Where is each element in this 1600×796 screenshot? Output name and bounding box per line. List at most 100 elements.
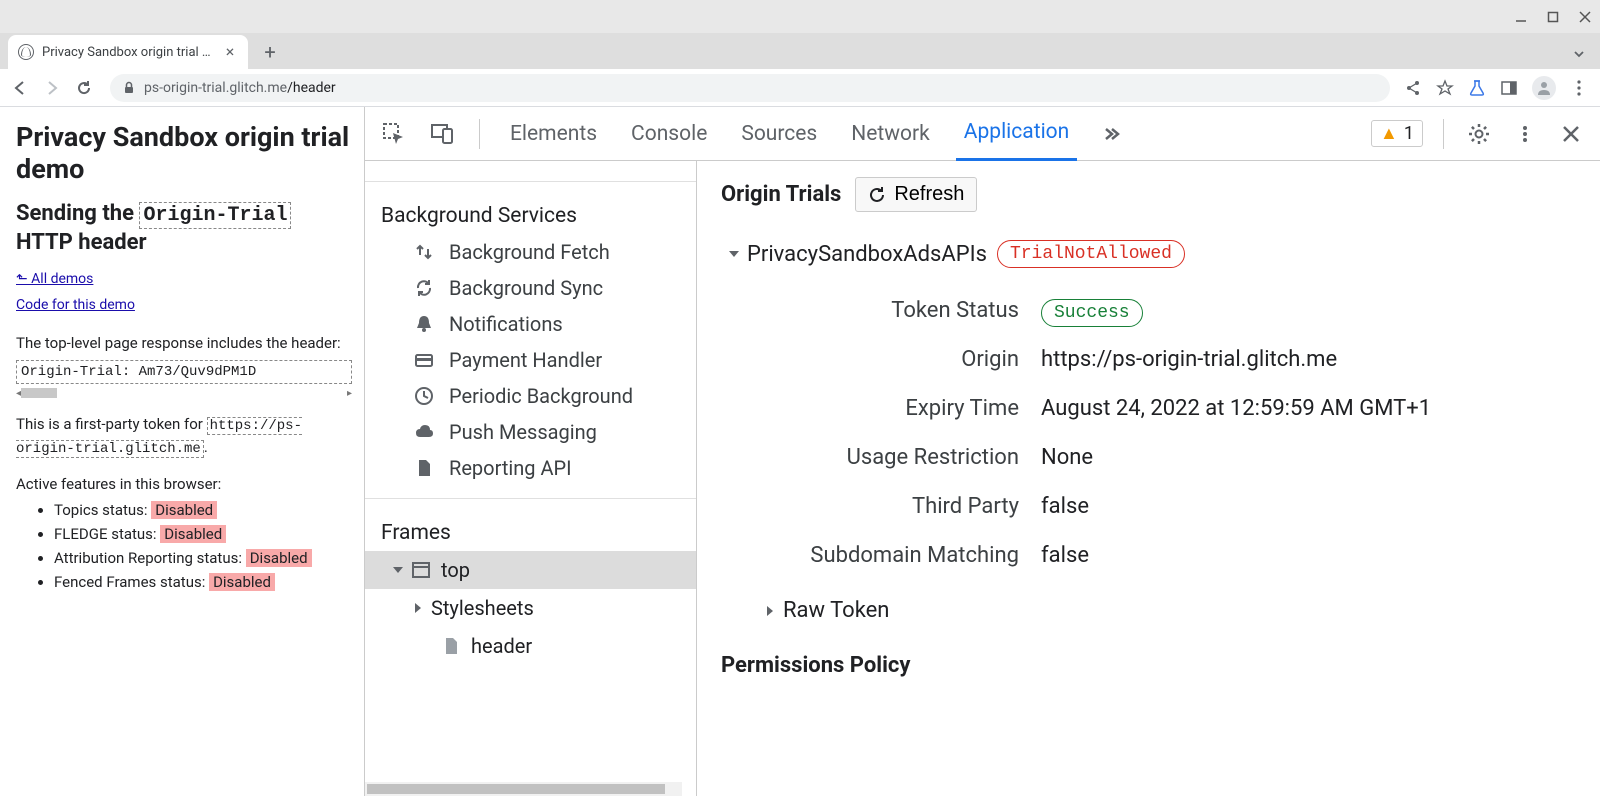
trial-name: PrivacySandboxAdsAPIs — [747, 242, 987, 267]
devtools-panel: Elements Console Sources Network Applica… — [364, 107, 1600, 796]
address-bar[interactable]: ps-origin-trial.glitch.me/header — [110, 74, 1390, 102]
window-maximize-button[interactable] — [1546, 10, 1560, 24]
frame-top[interactable]: top — [365, 551, 696, 589]
sidebar-section-bg-services: Background Services — [365, 194, 696, 234]
devtools-menu-icon[interactable] — [1510, 119, 1540, 149]
chevron-down-icon — [729, 251, 739, 257]
forward-button[interactable] — [40, 76, 64, 100]
warnings-badge[interactable]: ▲1 — [1371, 120, 1423, 147]
reload-button[interactable] — [72, 76, 96, 100]
side-panel-icon[interactable] — [1500, 79, 1518, 97]
close-icon[interactable]: × — [222, 44, 238, 60]
chevron-down-icon — [393, 567, 403, 573]
devtools-tab-network[interactable]: Network — [843, 107, 938, 161]
card-icon — [413, 349, 435, 371]
usage-row: Usage RestrictionNone — [721, 433, 1576, 482]
devtools-toolbar: Elements Console Sources Network Applica… — [365, 107, 1600, 161]
paragraph: Active features in this browser: — [16, 474, 352, 495]
window-icon — [411, 560, 431, 580]
devtools-tab-elements[interactable]: Elements — [502, 107, 605, 161]
refresh-button[interactable]: Refresh — [855, 177, 977, 212]
list-item: Attribution Reporting status: Disabled — [54, 549, 352, 567]
feature-list: Topics status: Disabled FLEDGE status: D… — [16, 501, 352, 591]
section-title: Origin Trials — [721, 182, 841, 207]
page-content: Privacy Sandbox origin trial demo Sendin… — [0, 107, 364, 796]
frame-stylesheets[interactable]: Stylesheets — [365, 589, 696, 627]
bell-icon — [413, 313, 435, 335]
subdomain-row: Subdomain Matchingfalse — [721, 531, 1576, 580]
toolbar-right — [1404, 76, 1592, 100]
window-close-button[interactable] — [1578, 10, 1592, 24]
code-for-demo-link[interactable]: Code for this demo — [16, 297, 135, 313]
horizontal-scrollbar[interactable]: ◂▸ — [16, 386, 352, 400]
warning-icon: ▲ — [1380, 123, 1398, 144]
settings-icon[interactable] — [1464, 119, 1494, 149]
all-demos-link[interactable]: ⬑ All demos — [16, 271, 93, 287]
header-code-box: Origin-Trial: Am73/Quv9dPM1D — [16, 360, 352, 384]
sidebar-item-push-messaging[interactable]: Push Messaging — [365, 414, 696, 450]
horizontal-scrollbar[interactable] — [365, 782, 682, 796]
chevron-right-icon — [767, 606, 773, 616]
token-status-row: Token StatusSuccess — [721, 286, 1576, 335]
origin-row: Originhttps://ps-origin-trial.glitch.me — [721, 335, 1576, 384]
status-badge: Disabled — [246, 549, 312, 567]
chevron-right-icon — [415, 603, 421, 613]
devtools-close-icon[interactable] — [1556, 119, 1586, 149]
status-badge: Disabled — [151, 501, 217, 519]
list-item: FLEDGE status: Disabled — [54, 525, 352, 543]
devtools-tab-console[interactable]: Console — [623, 107, 715, 161]
code-inline: Origin-Trial — [139, 202, 291, 229]
raw-token-row[interactable]: Raw Token — [721, 598, 1576, 623]
device-toolbar-icon[interactable] — [427, 119, 457, 149]
sidebar-item-bg-fetch[interactable]: Background Fetch — [365, 234, 696, 270]
application-detail: Origin Trials Refresh PrivacySandboxAdsA… — [697, 161, 1600, 796]
paragraph: The top-level page response includes the… — [16, 333, 352, 354]
list-item: Topics status: Disabled — [54, 501, 352, 519]
sidebar-section-frames: Frames — [365, 511, 696, 551]
permissions-policy-title: Permissions Policy — [721, 653, 1576, 678]
browser-toolbar: ps-origin-trial.glitch.me/header — [0, 69, 1600, 107]
sync-icon — [413, 277, 435, 299]
file-icon — [441, 636, 461, 656]
status-badge: Disabled — [160, 525, 226, 543]
devtools-tab-application[interactable]: Application — [956, 107, 1077, 161]
browser-tabstrip: Privacy Sandbox origin trial de × + — [0, 33, 1600, 69]
sidebar-item-payment-handler[interactable]: Payment Handler — [365, 342, 696, 378]
updown-icon — [413, 241, 435, 263]
share-icon[interactable] — [1404, 79, 1422, 97]
more-tabs-icon[interactable] — [1095, 119, 1125, 149]
profile-avatar[interactable] — [1532, 76, 1556, 100]
list-item: Fenced Frames status: Disabled — [54, 573, 352, 591]
browser-tab[interactable]: Privacy Sandbox origin trial de × — [8, 35, 248, 69]
window-titlebar — [0, 0, 1600, 33]
page-title: Privacy Sandbox origin trial demo — [16, 121, 352, 186]
trial-status-badge: TrialNotAllowed — [997, 240, 1185, 268]
sidebar-item-bg-sync[interactable]: Background Sync — [365, 270, 696, 306]
expiry-row: Expiry TimeAugust 24, 2022 at 12:59:59 A… — [721, 384, 1576, 433]
chrome-menu-icon[interactable] — [1570, 79, 1588, 97]
devtools-tab-sources[interactable]: Sources — [733, 107, 825, 161]
token-status-badge: Success — [1041, 299, 1143, 327]
labs-icon[interactable] — [1468, 79, 1486, 97]
frame-header[interactable]: header — [365, 627, 696, 665]
tab-title: Privacy Sandbox origin trial de — [42, 45, 214, 60]
status-badge: Disabled — [209, 573, 275, 591]
third-party-row: Third Partyfalse — [721, 482, 1576, 531]
trial-row[interactable]: PrivacySandboxAdsAPIs TrialNotAllowed — [721, 240, 1576, 268]
clock-icon — [413, 385, 435, 407]
file-icon — [413, 457, 435, 479]
new-tab-button[interactable]: + — [256, 38, 284, 66]
page-subtitle: Sending the Origin-Trial HTTP header — [16, 200, 352, 258]
sidebar-item-reporting-api[interactable]: Reporting API — [365, 450, 696, 486]
cloud-icon — [413, 421, 435, 443]
lock-icon — [122, 81, 136, 95]
sidebar-item-periodic-bg[interactable]: Periodic Background — [365, 378, 696, 414]
paragraph: This is a first-party token for https://… — [16, 414, 352, 459]
inspect-element-icon[interactable] — [379, 119, 409, 149]
bookmark-icon[interactable] — [1436, 79, 1454, 97]
window-minimize-button[interactable] — [1514, 10, 1528, 24]
application-sidebar: Background Services Background Fetch Bac… — [365, 161, 697, 796]
tabs-overflow-button[interactable] — [1572, 47, 1586, 61]
back-button[interactable] — [8, 76, 32, 100]
sidebar-item-notifications[interactable]: Notifications — [365, 306, 696, 342]
